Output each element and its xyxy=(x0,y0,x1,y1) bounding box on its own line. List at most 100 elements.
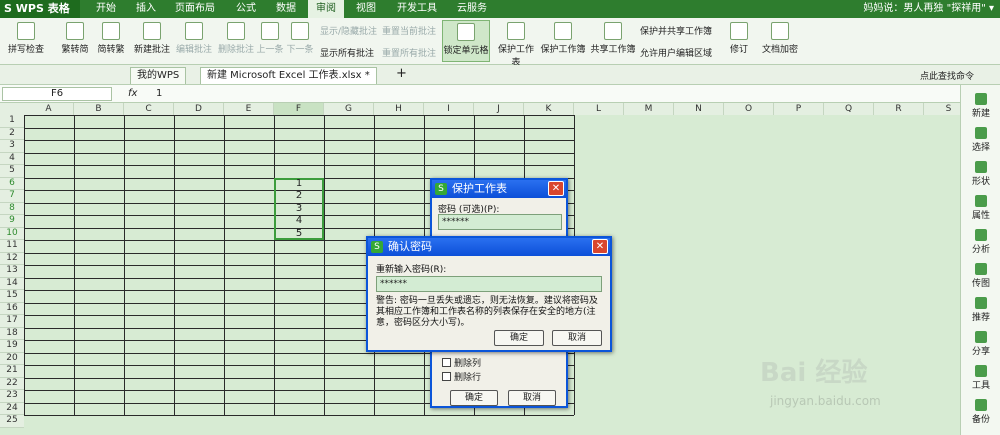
doc-encrypt-button[interactable]: 文档加密 xyxy=(760,22,800,55)
tab-data[interactable]: 数据 xyxy=(268,0,304,18)
tab-formula[interactable]: 公式 xyxy=(228,0,264,18)
row-header-17[interactable]: 17 xyxy=(0,315,24,328)
confirm-ok-button[interactable]: 确定 xyxy=(494,330,544,346)
formula-input[interactable]: 1 xyxy=(156,88,162,99)
protect-cancel-button[interactable]: 取消 xyxy=(508,390,556,406)
cell-F10[interactable]: 5 xyxy=(274,228,324,240)
row-header-4[interactable]: 4 xyxy=(0,152,24,165)
checkbox-delete-col[interactable]: 删除列 xyxy=(442,356,481,369)
wps-logo[interactable]: S WPS 表格 xyxy=(0,0,80,18)
fan2jian-button[interactable]: 繁转简 xyxy=(58,22,92,55)
next-comment-button[interactable]: 下一条 xyxy=(286,22,314,55)
row-header-23[interactable]: 23 xyxy=(0,390,24,403)
prev-comment-button[interactable]: 上一条 xyxy=(256,22,284,55)
side-item-2[interactable]: 形状 xyxy=(961,161,1000,187)
jian2fan-button[interactable]: 简转繁 xyxy=(94,22,128,55)
col-header-H[interactable]: H xyxy=(374,103,424,115)
col-header-J[interactable]: J xyxy=(474,103,524,115)
col-header-O[interactable]: O xyxy=(724,103,774,115)
lock-cell-button[interactable]: 锁定单元格 xyxy=(442,20,490,62)
row-header-2[interactable]: 2 xyxy=(0,127,24,140)
col-header-C[interactable]: C xyxy=(124,103,174,115)
row-header-11[interactable]: 11 xyxy=(0,240,24,253)
col-header-P[interactable]: P xyxy=(774,103,824,115)
col-header-F[interactable]: F xyxy=(274,103,324,115)
row-header-13[interactable]: 13 xyxy=(0,265,24,278)
col-header-K[interactable]: K xyxy=(524,103,574,115)
search-command[interactable]: 点此查找命令 xyxy=(920,69,974,82)
fx-icon[interactable]: fx xyxy=(128,88,137,99)
tab-page-layout[interactable]: 页面布局 xyxy=(168,0,222,18)
reset-all-comments[interactable]: 重置所有批注 xyxy=(382,46,436,59)
tab-view[interactable]: 视图 xyxy=(348,0,384,18)
side-item-8[interactable]: 工具 xyxy=(961,365,1000,391)
row-header-3[interactable]: 3 xyxy=(0,140,24,153)
row-header-16[interactable]: 16 xyxy=(0,302,24,315)
side-item-9[interactable]: 备份 xyxy=(961,399,1000,425)
col-header-S[interactable]: S xyxy=(924,103,960,115)
row-header-9[interactable]: 9 xyxy=(0,215,24,228)
col-header-I[interactable]: I xyxy=(424,103,474,115)
user-info[interactable]: 妈妈说：男人再独 "探祥用" ▾ xyxy=(863,0,994,18)
cell-F6[interactable]: 1 xyxy=(274,178,324,190)
reenter-password-field[interactable]: ****** xyxy=(376,276,602,292)
col-header-Q[interactable]: Q xyxy=(824,103,874,115)
doc-tab-excel[interactable]: 新建 Microsoft Excel 工作表.xlsx * xyxy=(200,67,377,84)
delete-comment-button[interactable]: 删除批注 xyxy=(216,22,256,55)
row-header-25[interactable]: 25 xyxy=(0,415,24,428)
side-item-7[interactable]: 分享 xyxy=(961,331,1000,357)
row-header-7[interactable]: 7 xyxy=(0,190,24,203)
spell-check-button[interactable]: 拼写检查 xyxy=(4,22,48,55)
name-box[interactable]: F6 xyxy=(2,87,112,101)
side-item-6[interactable]: 推荐 xyxy=(961,297,1000,323)
cell-F7[interactable]: 2 xyxy=(274,190,324,202)
col-header-R[interactable]: R xyxy=(874,103,924,115)
protect-book-button[interactable]: 保护工作簿 xyxy=(540,22,586,55)
row-header-24[interactable]: 24 xyxy=(0,402,24,415)
row-header-14[interactable]: 14 xyxy=(0,277,24,290)
col-header-N[interactable]: N xyxy=(674,103,724,115)
col-header-L[interactable]: L xyxy=(574,103,624,115)
side-item-0[interactable]: 新建 xyxy=(961,93,1000,119)
col-header-E[interactable]: E xyxy=(224,103,274,115)
tab-cloud[interactable]: 云服务 xyxy=(450,0,494,18)
row-header-21[interactable]: 21 xyxy=(0,365,24,378)
row-header-1[interactable]: 1 xyxy=(0,115,24,128)
protect-sheet-button[interactable]: 保护工作表 xyxy=(494,22,538,68)
row-header-20[interactable]: 20 xyxy=(0,352,24,365)
col-header-D[interactable]: D xyxy=(174,103,224,115)
tab-home[interactable]: 开始 xyxy=(88,0,124,18)
side-item-5[interactable]: 传图 xyxy=(961,263,1000,289)
col-header-M[interactable]: M xyxy=(624,103,674,115)
row-header-12[interactable]: 12 xyxy=(0,252,24,265)
row-header-8[interactable]: 8 xyxy=(0,202,24,215)
show-all-comments[interactable]: 显示所有批注 xyxy=(320,46,374,59)
edit-comment-button[interactable]: 编辑批注 xyxy=(174,22,214,55)
password-field[interactable]: ****** xyxy=(438,214,562,230)
revise-button[interactable]: 修订 xyxy=(724,22,754,55)
reset-comment[interactable]: 重置当前批注 xyxy=(382,24,436,37)
close-icon[interactable]: ✕ xyxy=(592,239,608,254)
close-icon[interactable]: ✕ xyxy=(548,181,564,196)
row-header-5[interactable]: 5 xyxy=(0,165,24,178)
protect-ok-button[interactable]: 确定 xyxy=(450,390,498,406)
allow-edit-range-button[interactable]: 允许用户编辑区域 xyxy=(640,46,712,59)
row-header-22[interactable]: 22 xyxy=(0,377,24,390)
tab-review[interactable]: 审阅 xyxy=(308,0,344,18)
cell-F8[interactable]: 3 xyxy=(274,203,324,215)
row-header-18[interactable]: 18 xyxy=(0,327,24,340)
show-hide-comment[interactable]: 显示/隐藏批注 xyxy=(320,24,377,37)
row-header-10[interactable]: 10 xyxy=(0,227,24,240)
new-tab-icon[interactable]: + xyxy=(396,66,407,81)
confirm-cancel-button[interactable]: 取消 xyxy=(552,330,602,346)
tab-insert[interactable]: 插入 xyxy=(128,0,164,18)
row-header-19[interactable]: 19 xyxy=(0,340,24,353)
cell-F9[interactable]: 4 xyxy=(274,215,324,227)
new-comment-button[interactable]: 新建批注 xyxy=(132,22,172,55)
checkbox-delete-row[interactable]: 删除行 xyxy=(442,370,481,383)
share-book-button[interactable]: 共享工作簿 xyxy=(590,22,636,55)
side-item-4[interactable]: 分析 xyxy=(961,229,1000,255)
side-item-1[interactable]: 选择 xyxy=(961,127,1000,153)
row-header-6[interactable]: 6 xyxy=(0,177,24,190)
col-header-A[interactable]: A xyxy=(24,103,74,115)
